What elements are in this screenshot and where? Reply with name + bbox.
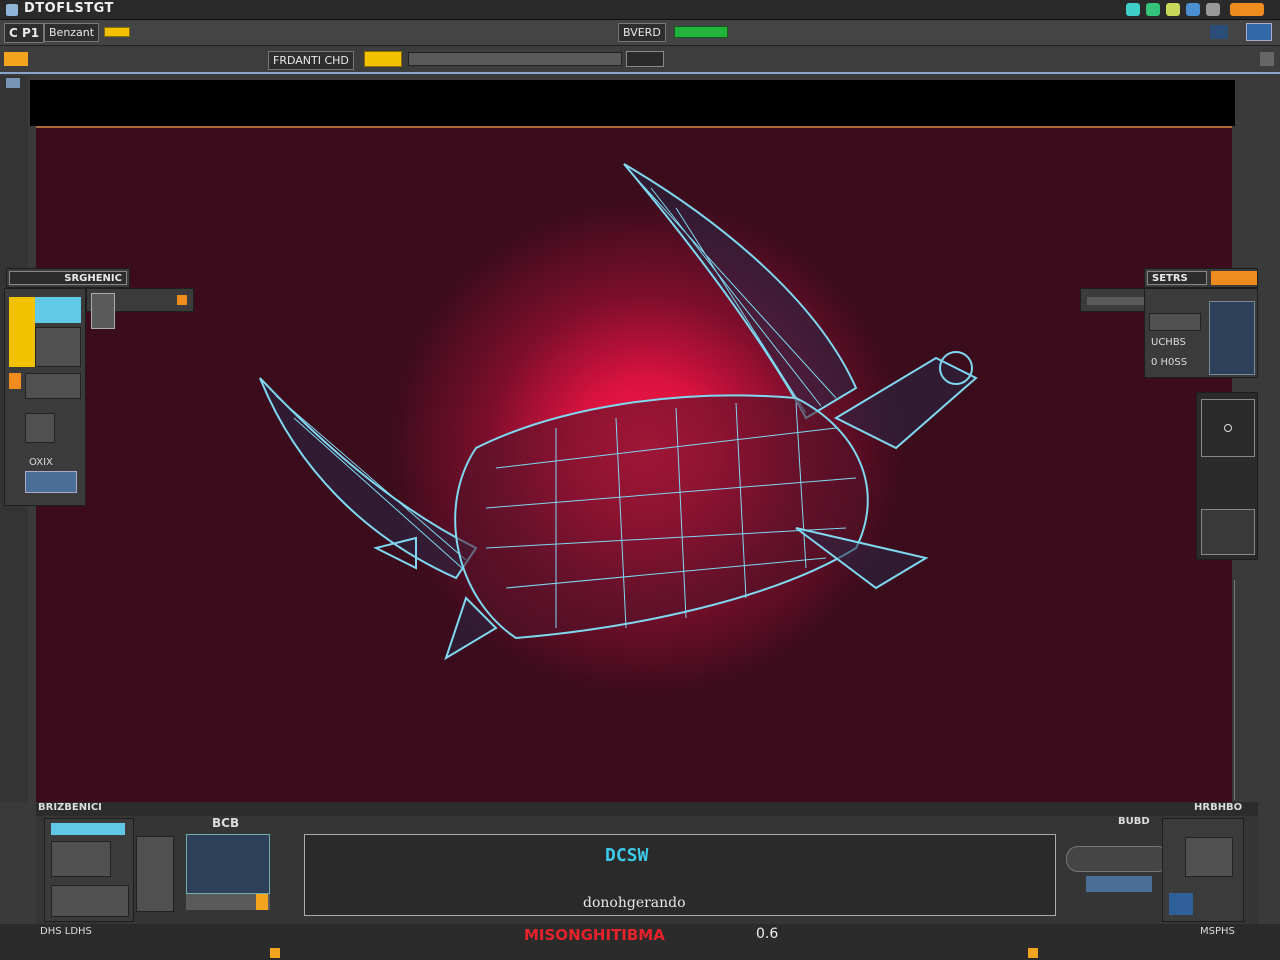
toolbar: FRDANTI CHD xyxy=(0,46,1280,74)
right-panel-accent xyxy=(1211,271,1257,285)
title-bar: DTOFLSTGT xyxy=(0,0,1280,20)
close-icon[interactable] xyxy=(1230,3,1264,16)
slider-handle[interactable] xyxy=(91,293,115,329)
right-row-1[interactable]: UCHBS xyxy=(1151,337,1186,348)
play-icon[interactable] xyxy=(1086,876,1152,892)
status-center-text: MISONGHITIBMA xyxy=(524,926,665,944)
right-scrollbar[interactable] xyxy=(1234,580,1235,800)
maximize-icon[interactable] xyxy=(1166,3,1180,16)
asset-list[interactable] xyxy=(136,836,174,912)
status-indicator[interactable] xyxy=(270,948,280,958)
right-panel-header: SETRS xyxy=(1144,268,1258,288)
grid-title: BCB xyxy=(212,816,240,830)
console-text: donohgerando xyxy=(583,895,686,911)
asset-details[interactable] xyxy=(51,885,129,917)
right-box-title: BUBD xyxy=(1118,816,1150,827)
orbit-widget[interactable] xyxy=(1201,399,1255,457)
tool-preview-panel xyxy=(1162,818,1244,922)
app-title: DTOFLSTGT xyxy=(24,1,114,16)
camera-preview[interactable] xyxy=(1201,509,1255,555)
status-center-value: 0.6 xyxy=(756,926,779,942)
material-thumbnail[interactable] xyxy=(35,327,81,367)
right-thumb-1[interactable] xyxy=(1149,313,1201,331)
3d-viewport[interactable] xyxy=(36,126,1232,802)
tool-thumbnail[interactable] xyxy=(1185,837,1233,877)
app-icon xyxy=(6,4,18,16)
apply-button[interactable] xyxy=(25,471,77,493)
layout-icon[interactable] xyxy=(1210,25,1228,39)
asset-tab[interactable] xyxy=(51,823,125,835)
tab-indicator xyxy=(104,27,130,37)
right-panel-title: SETRS xyxy=(1147,271,1207,285)
orbit-center-icon[interactable] xyxy=(1224,424,1232,432)
status-left-text: DHS LDHS xyxy=(40,926,92,937)
left-panel-toolstrip xyxy=(86,288,194,329)
texture-slider[interactable] xyxy=(186,894,270,910)
asset-thumbnail[interactable] xyxy=(51,841,111,877)
view-menu[interactable]: BVERD xyxy=(618,23,666,42)
bottom-right-title: HRBHBO xyxy=(1194,802,1243,813)
more-icon[interactable] xyxy=(1260,52,1274,66)
right-row-2[interactable]: 0 H0SS xyxy=(1151,357,1187,368)
texture-grid[interactable] xyxy=(186,834,270,894)
folder-icon[interactable] xyxy=(4,52,28,66)
texture-slider-thumb[interactable] xyxy=(256,894,268,910)
section-label: OXIX xyxy=(29,457,53,468)
status-bar: DHS LDHS MISONGHITIBMA 0.6 MSPHS xyxy=(0,924,1280,960)
object-name-field[interactable]: FRDANTI CHD xyxy=(268,51,354,70)
right-panel: UCHBS 0 H0SS xyxy=(1144,288,1258,378)
playback-toggle[interactable] xyxy=(1066,846,1170,872)
render-toggle[interactable] xyxy=(674,26,728,38)
right-property-grid[interactable] xyxy=(1209,301,1255,375)
layer-thumbnail[interactable] xyxy=(35,297,81,323)
search-icon[interactable] xyxy=(626,51,664,67)
left-panel: OXIX xyxy=(4,288,86,506)
settings-icon[interactable] xyxy=(1186,3,1200,16)
console-heading: DCSW xyxy=(605,845,649,866)
slider-end-icon[interactable] xyxy=(177,295,187,305)
gutter-icon[interactable] xyxy=(6,78,20,88)
document-tab[interactable]: Benzant xyxy=(44,23,100,42)
menu-bar: C P1 Benzant BVERD xyxy=(0,20,1280,46)
bottom-panel: BCB DCSW donohgerando BUBD xyxy=(36,816,1258,924)
transform-widget[interactable] xyxy=(25,413,55,443)
status-indicator-right[interactable] xyxy=(1028,948,1038,958)
sword-wireframe-model[interactable] xyxy=(36,128,1232,802)
restore-icon[interactable] xyxy=(1146,3,1160,16)
lock-icon[interactable] xyxy=(9,373,21,389)
bottom-left-title: BRIZBENICI xyxy=(38,802,102,813)
asset-preview-panel xyxy=(44,818,134,922)
menu-file[interactable]: C P1 xyxy=(4,23,45,43)
bottom-panel-header: BRIZBENICI HRBHBO xyxy=(36,802,1258,816)
options-icon[interactable] xyxy=(1206,3,1220,16)
property-slot[interactable] xyxy=(25,373,81,399)
left-panel-header: SRGHENIC xyxy=(6,268,130,288)
console-panel: DCSW donohgerando xyxy=(304,834,1056,916)
minimize-icon[interactable] xyxy=(1126,3,1140,16)
warning-icon[interactable] xyxy=(9,297,35,367)
mountain-icon[interactable] xyxy=(1169,893,1193,915)
right-navigator xyxy=(1196,392,1258,560)
highlight-button[interactable] xyxy=(364,51,402,67)
path-input[interactable] xyxy=(408,52,622,66)
status-right-text: MSPHS xyxy=(1200,926,1235,937)
left-panel-title: SRGHENIC xyxy=(9,271,127,285)
panel-icon[interactable] xyxy=(1246,23,1272,41)
viewport-header xyxy=(30,80,1235,126)
